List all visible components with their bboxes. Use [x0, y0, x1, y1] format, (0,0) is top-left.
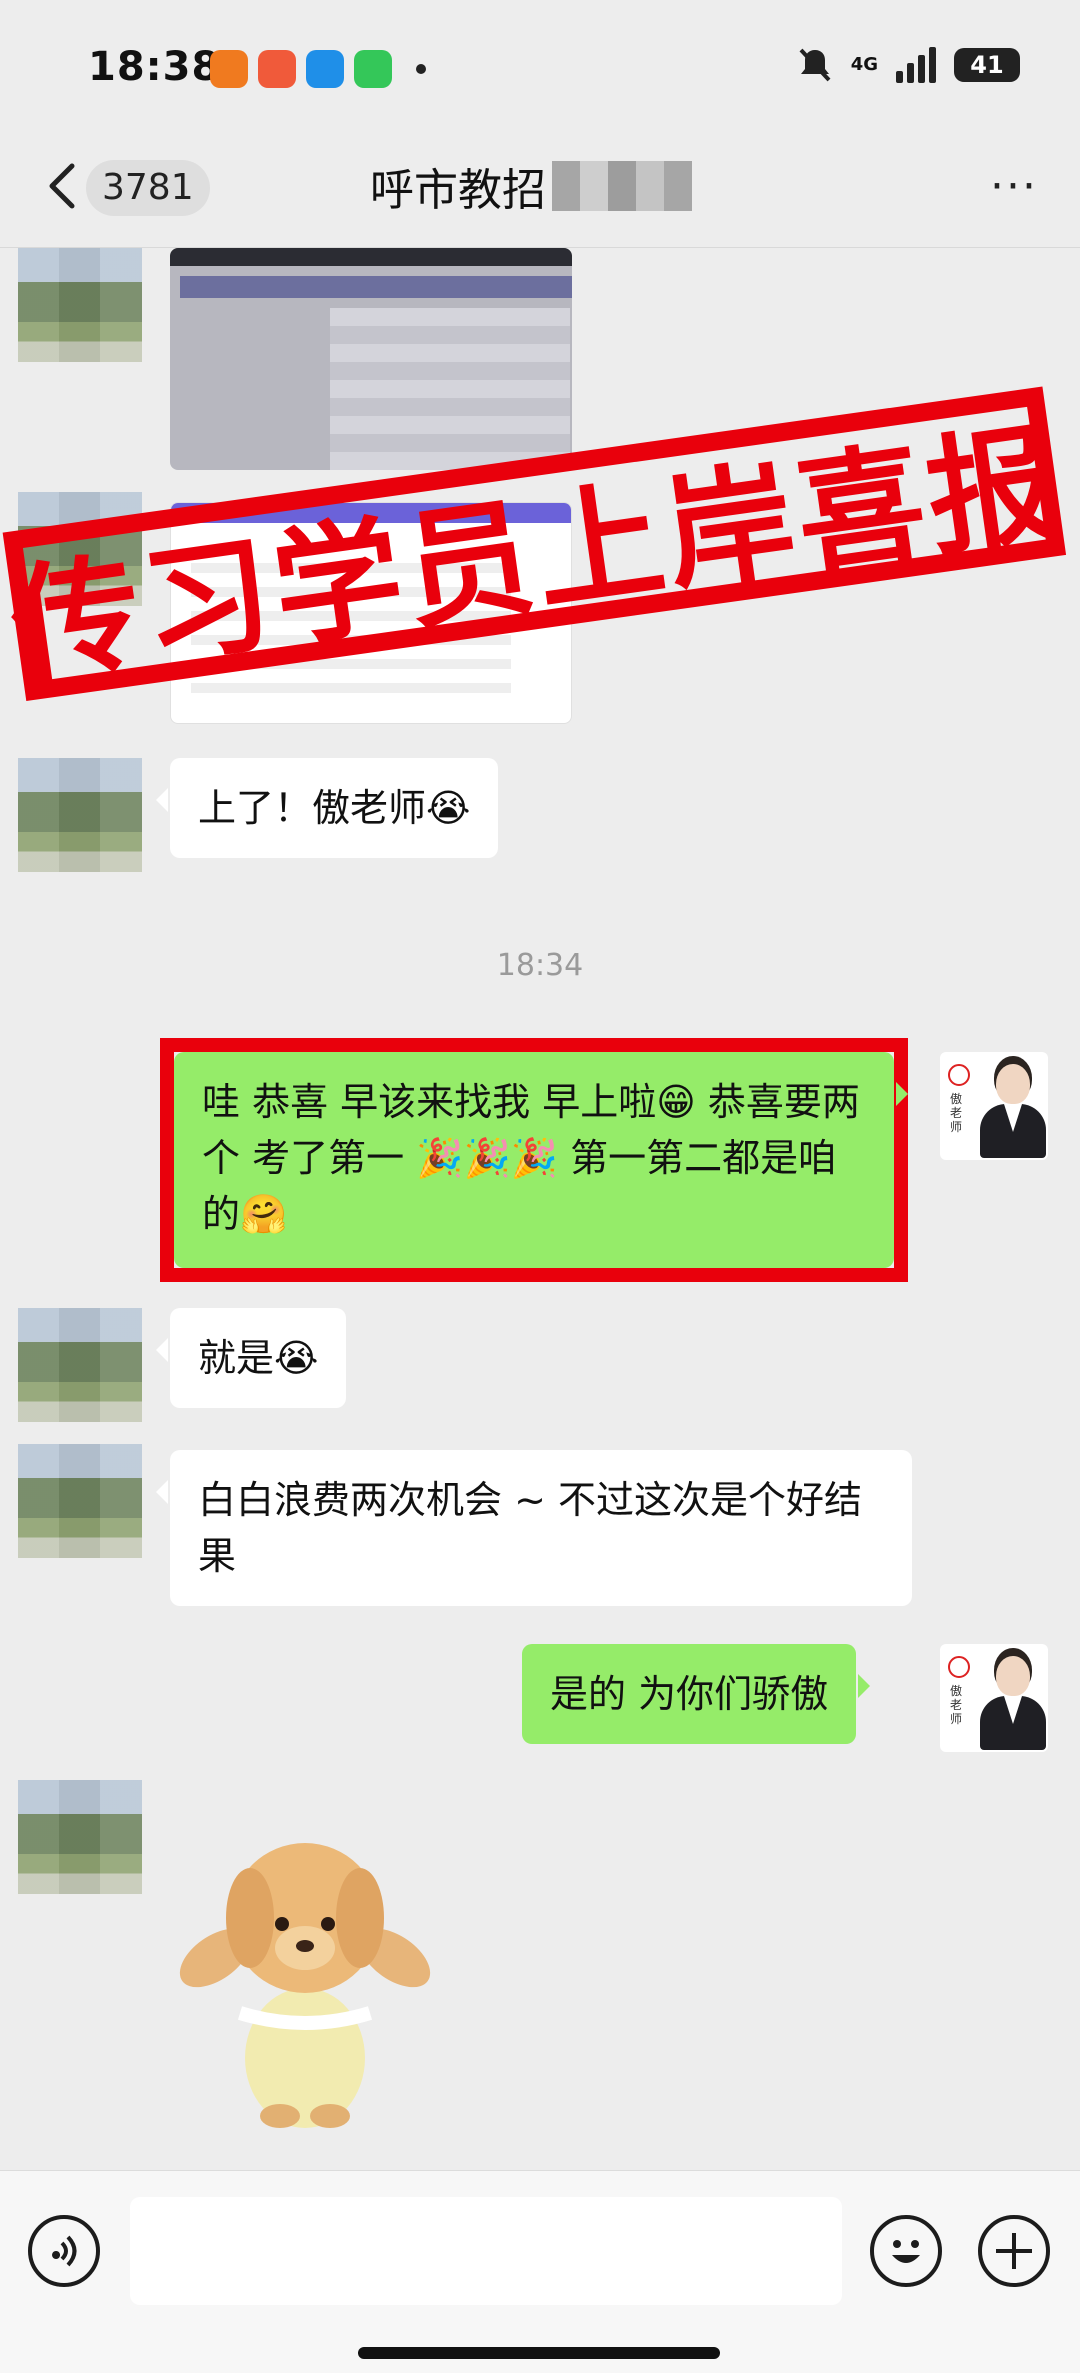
- contact-avatar[interactable]: [18, 1780, 142, 1894]
- teacher-avatar[interactable]: 傲老师: [940, 1052, 1048, 1160]
- title-blur: [552, 161, 692, 211]
- chat-title-text: 呼市教招: [370, 165, 546, 216]
- teacher-avatar[interactable]: 傲老师: [940, 1644, 1048, 1752]
- voice-icon: [52, 2235, 77, 2267]
- emoji-button[interactable]: [870, 2215, 942, 2287]
- input-bar: [0, 2170, 1080, 2373]
- contact-avatar[interactable]: [18, 1444, 142, 1558]
- network-type: 4G: [850, 54, 878, 75]
- more-notifications-icon: [416, 64, 426, 74]
- video-app-icon: [258, 50, 296, 88]
- puppy-sticker[interactable]: [170, 1808, 440, 2138]
- status-bar: 18:38 4G 41: [0, 0, 1080, 130]
- message-bubble[interactable]: 白白浪费两次机会 ~ 不过这次是个好结果: [156, 1450, 912, 1606]
- signal-icon: [896, 47, 936, 83]
- chat-area[interactable]: 传习学员上岸喜报 上了！傲老师😭 18:34 哇 恭喜 早该来找我 早上啦😁 恭…: [0, 248, 1080, 2168]
- message-bubble[interactable]: 上了！傲老师😭: [155, 758, 499, 858]
- contact-avatar[interactable]: [18, 1308, 142, 1422]
- unread-count-badge[interactable]: 3781: [86, 160, 210, 216]
- message-input[interactable]: [130, 2197, 842, 2305]
- home-indicator[interactable]: [358, 2347, 720, 2359]
- message-bubble-outgoing[interactable]: 是的 为你们骄傲: [522, 1644, 871, 1744]
- more-options-button[interactable]: ···: [990, 165, 1038, 209]
- voice-input-button[interactable]: [28, 2215, 100, 2287]
- message-timestamp: 18:34: [496, 948, 584, 983]
- teacher-photo: [974, 1062, 1052, 1158]
- seal-icon: [948, 1656, 970, 1678]
- seal-icon: [948, 1064, 970, 1086]
- battery-icon: 41: [954, 48, 1020, 82]
- more-functions-button[interactable]: [978, 2215, 1050, 2287]
- cloud-app-icon: [306, 50, 344, 88]
- message-bubble-outgoing[interactable]: 哇 恭喜 早该来找我 早上啦😁 恭喜要两个 考了第一 🎉🎉🎉 第一第二都是咱的🤗: [174, 1052, 908, 1268]
- stamp-frame: 传习学员上岸喜报: [2, 386, 1069, 703]
- system-icons: 4G 41: [797, 46, 1020, 84]
- status-time: 18:38: [88, 44, 221, 90]
- message-bubble[interactable]: 就是😭: [155, 1308, 347, 1408]
- teacher-photo: [974, 1654, 1052, 1750]
- emoji-icon: [892, 2240, 920, 2263]
- seal-text: 傲老师: [950, 1092, 963, 1134]
- stamp-text: 传习学员上岸喜报: [2, 408, 1070, 703]
- seal-text: 傲老师: [950, 1684, 963, 1726]
- plus-icon: [996, 2233, 1032, 2269]
- chat-header: 3781 呼市教招 ···: [0, 130, 1080, 248]
- battery-level: 41: [970, 51, 1004, 79]
- contact-avatar[interactable]: [18, 758, 142, 872]
- app-notification-icon: [210, 50, 248, 88]
- contact-avatar[interactable]: [18, 248, 142, 362]
- mute-bell-icon: [799, 48, 831, 82]
- message-app-icon: [354, 50, 392, 88]
- notification-icons: [210, 50, 426, 88]
- chat-title: 呼市教招: [370, 154, 692, 218]
